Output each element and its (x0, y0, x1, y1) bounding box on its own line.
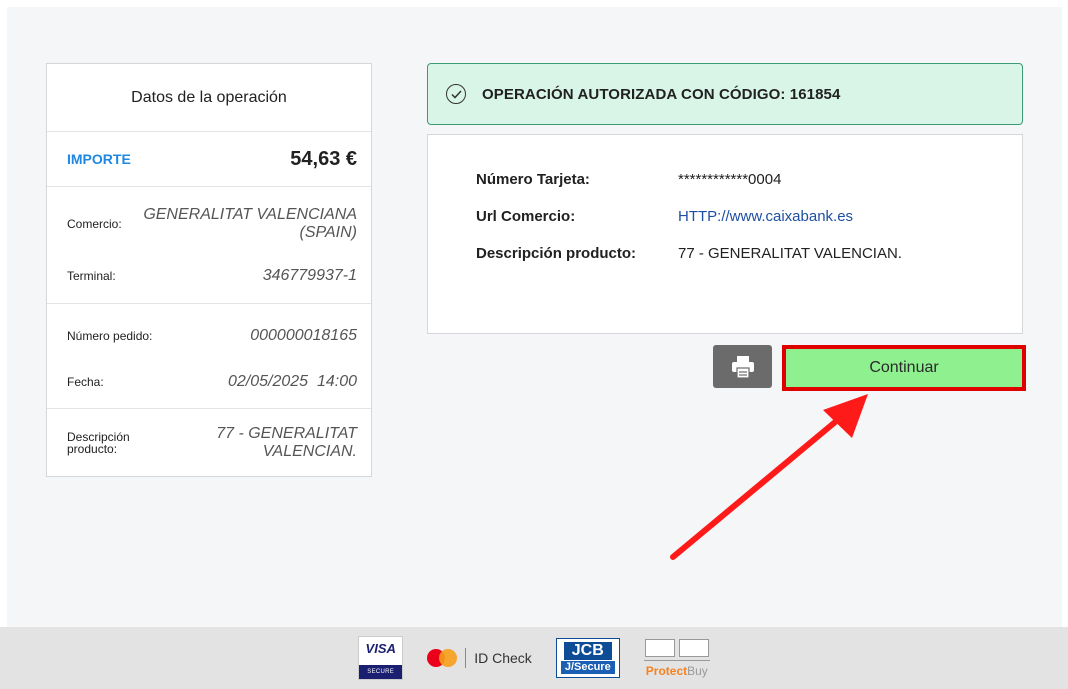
description-label: Descripción producto: (67, 430, 130, 456)
summary-group: Descripción producto: 77 - GENERALITAT V… (47, 409, 371, 477)
visa-secure-logo: VISA SECURE (358, 636, 404, 680)
summary-row-terminal: Terminal: 346779937-1 (47, 255, 371, 297)
amount-row: IMPORTE 54,63 € (47, 132, 371, 187)
product-description-label: Descripción producto: (476, 245, 637, 262)
terminal-value: 346779937-1 (262, 267, 357, 284)
card-number-label: Número Tarjeta: (476, 171, 590, 188)
check-circle-icon (446, 84, 466, 104)
jcb-text: JCB (563, 642, 612, 660)
date-label: Fecha: (67, 375, 104, 389)
mastercard-idcheck-logo: ID Check (427, 648, 532, 668)
summary-title: Datos de la operación (47, 64, 371, 132)
protect-text: Protect (645, 663, 688, 678)
summary-row-merchant: Comercio: GENERALITAT VALENCIANA (SPAIN) (47, 193, 371, 255)
card-number-value: ************0004 (678, 171, 782, 188)
visa-secure-text: SECURE (359, 665, 403, 679)
merchant-value: GENERALITAT VALENCIANA (SPAIN) (143, 206, 357, 241)
merchant-label: Comercio: (67, 217, 122, 231)
summary-row-order: Número pedido: 000000018165 (47, 310, 371, 362)
printer-icon (731, 355, 754, 379)
authorization-text: OPERACIÓN AUTORIZADA CON CÓDIGO: 161854 (482, 85, 841, 103)
visa-logo-text: VISA (365, 641, 396, 656)
summary-row-date: Fecha: 02/05/2025 14:00 (47, 362, 371, 402)
merchant-url-label: Url Comercio: (476, 208, 576, 225)
jsecure-text: J/Secure (560, 661, 615, 674)
summary-group: Comercio: GENERALITAT VALENCIANA (SPAIN)… (47, 187, 371, 304)
authorization-banner: OPERACIÓN AUTORIZADA CON CÓDIGO: 161854 (427, 63, 1023, 125)
operation-summary-card: Datos de la operación IMPORTE 54,63 € Co… (46, 63, 372, 477)
summary-row-description: Descripción producto: 77 - GENERALITAT V… (47, 415, 371, 471)
detail-row-url: Url Comercio: HTTP://www.caixabank.es (476, 198, 1022, 235)
date-value: 02/05/2025 14:00 (227, 373, 357, 390)
divider (465, 648, 467, 668)
order-number-label: Número pedido: (67, 329, 153, 343)
summary-group: Número pedido: 000000018165 Fecha: 02/05… (47, 304, 371, 409)
detail-row-card: Número Tarjeta: ************0004 (476, 161, 1022, 198)
protectbuy-logo: ProtectBuy (643, 638, 710, 678)
mastercard-icon (427, 649, 458, 667)
continue-button[interactable]: Continuar (782, 345, 1026, 391)
print-button[interactable] (713, 345, 772, 388)
payment-details-card: Número Tarjeta: ************0004 Url Com… (427, 134, 1023, 334)
buy-text: Buy (687, 663, 708, 678)
divider (643, 659, 710, 661)
product-description-value: 77 - GENERALITAT VALENCIAN. (678, 245, 902, 262)
description-value: 77 - GENERALITAT VALENCIAN. (216, 425, 357, 460)
idcheck-text: ID Check (474, 650, 532, 666)
protectbuy-text: ProtectBuy (646, 664, 708, 678)
amount-value: 54,63 € (290, 147, 357, 170)
amount-label: IMPORTE (67, 151, 131, 167)
footer-security-logos: VISA SECURE ID Check JCB J/Secure Protec… (0, 627, 1068, 689)
merchant-url-link[interactable]: HTTP://www.caixabank.es (678, 208, 853, 225)
jcb-secure-logo: JCB J/Secure (555, 638, 620, 678)
terminal-label: Terminal: (67, 269, 116, 283)
order-number-value: 000000018165 (250, 327, 357, 344)
detail-row-description: Descripción producto: 77 - GENERALITAT V… (476, 235, 1022, 272)
discover-card-icons (644, 638, 709, 657)
